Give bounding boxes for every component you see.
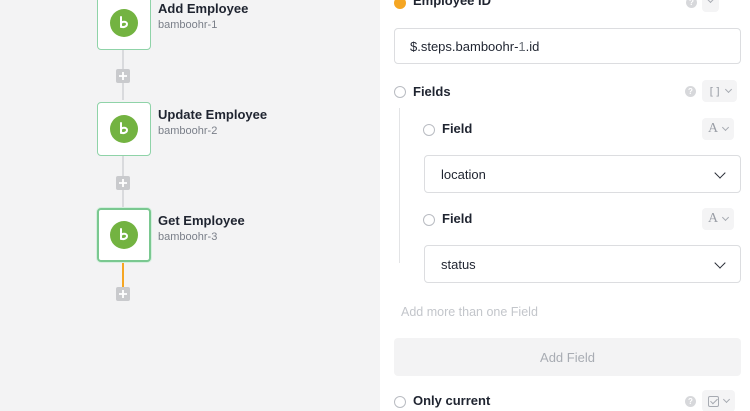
add-step-button[interactable] [116,287,130,301]
bamboohr-logo-icon [110,221,138,249]
bamboohr-logo-icon [110,9,138,37]
workflow-step[interactable]: Add Employee bamboohr-1 [97,0,397,50]
text-type-icon: A [708,121,719,136]
field-select-value: location [441,166,486,182]
step-title: Get Employee [158,213,245,228]
chevron-down-icon [722,123,730,132]
field-radio[interactable] [423,124,435,136]
employee-id-label: Employee ID [413,0,492,8]
employee-id-input[interactable]: $.steps.bamboohr- 1 .id [394,28,741,64]
field-radio[interactable] [423,214,435,226]
boolean-type-button[interactable] [702,390,735,411]
field-type-button[interactable]: A [702,208,735,230]
plus-icon [119,179,127,187]
field-label: Field [442,121,473,136]
step-tile[interactable] [97,0,151,50]
help-icon[interactable]: ? [685,86,696,97]
add-field-button[interactable]: Add Field [394,338,741,376]
array-type-icon: [] [708,84,722,98]
workflow-step[interactable]: Update Employee bamboohr-2 [97,102,397,156]
bamboohr-logo-icon [110,115,138,143]
nesting-line [399,108,400,263]
step-tile[interactable] [97,208,151,262]
chevron-down-icon [714,167,726,179]
workflow-canvas: Add Employee bamboohr-1 Update Employee … [0,0,380,411]
step-title: Add Employee [158,1,249,16]
employee-id-value-num: 1 [518,38,526,54]
chevron-down-icon [722,395,731,404]
fields-type-button[interactable]: [] [702,80,738,102]
step-tile[interactable] [97,102,151,156]
field-type-button[interactable]: A [702,118,735,140]
plus-icon [119,72,127,80]
workflow-step-selected[interactable]: Get Employee bamboohr-3 [97,208,397,262]
chevron-down-icon [722,213,730,222]
only-current-label: Only current [413,393,491,408]
field-label: Field [442,211,473,226]
employee-id-value-suffix: .id [525,38,540,54]
employee-id-value-prefix: $.steps.bamboohr- [410,38,519,54]
text-type-icon: A [708,211,719,226]
chevron-down-icon [706,0,715,4]
help-icon[interactable]: ? [685,396,696,407]
add-step-button[interactable] [116,176,130,190]
only-current-radio[interactable] [394,396,406,408]
chevron-down-icon [714,257,726,269]
step-title: Update Employee [158,107,268,122]
field-select[interactable]: location [424,155,741,193]
chevron-down-icon [725,85,733,94]
value-type-button[interactable] [702,0,719,12]
step-subtitle: bamboohr-2 [158,125,218,137]
step-subtitle: bamboohr-3 [158,231,218,243]
field-select-value: status [441,256,476,272]
add-step-button[interactable] [116,69,130,83]
field-select[interactable]: status [424,245,741,283]
checkbox-type-icon [708,395,719,407]
fields-radio[interactable] [394,86,406,98]
connector-line-active [122,261,124,287]
add-more-hint: Add more than one Field [401,305,538,319]
fields-label: Fields [413,84,451,99]
plus-icon [119,290,127,298]
step-subtitle: bamboohr-1 [158,19,218,31]
